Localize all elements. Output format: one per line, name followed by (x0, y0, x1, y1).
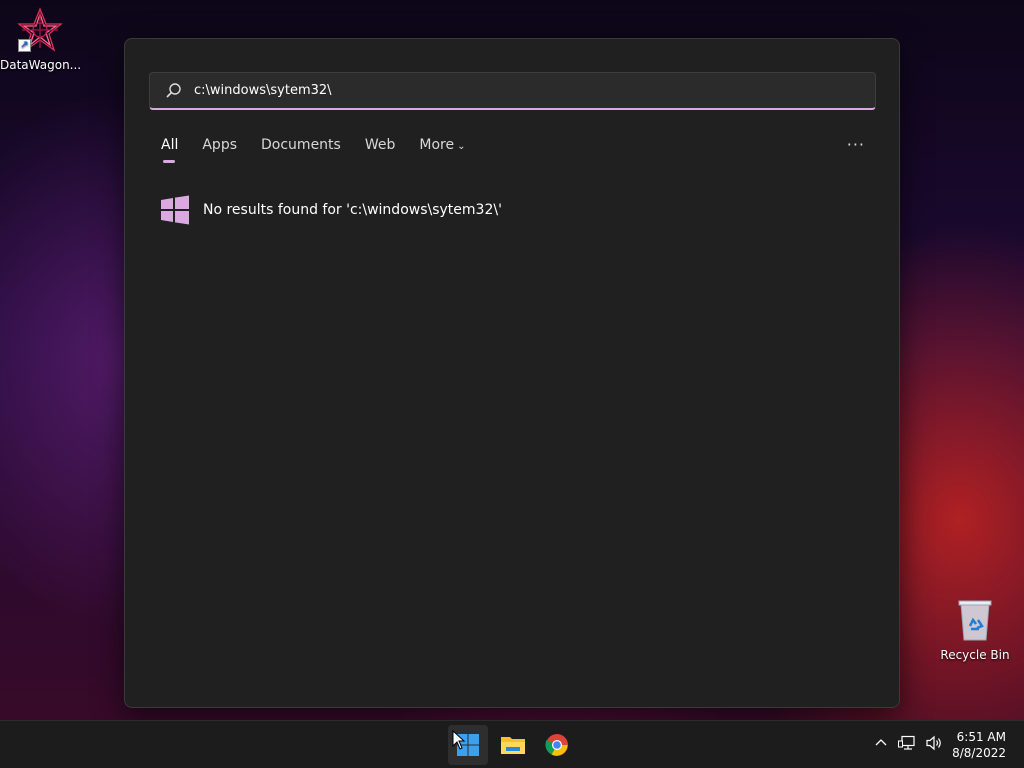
chevron-down-icon: ⌄ (457, 141, 466, 152)
tab-web[interactable]: Web (365, 137, 396, 163)
shortcut-arrow-icon: ↗ (18, 39, 31, 52)
taskbar: 6:51 AM 8/8/2022 (0, 720, 1024, 768)
search-panel: All Apps Documents Web More⌄ ··· No resu… (124, 38, 900, 708)
clock-time: 6:51 AM (956, 730, 1006, 744)
volume-icon (926, 735, 941, 751)
chrome-icon (545, 734, 568, 756)
recycle-bin-label: Recycle Bin (940, 648, 1010, 662)
tab-documents[interactable]: Documents (261, 137, 341, 163)
tab-label: Documents (261, 137, 341, 153)
tab-label: More (419, 137, 455, 153)
windows-logo-icon (161, 195, 189, 225)
tab-label: All (161, 137, 179, 153)
clock-date: 8/8/2022 (952, 746, 1006, 760)
mouse-cursor-icon (452, 730, 466, 750)
no-results-text: No results found for 'c:\windows\sytem32… (203, 202, 502, 218)
file-explorer-icon (501, 737, 525, 754)
tab-apps[interactable]: Apps (202, 137, 237, 163)
volume-button[interactable] (926, 735, 944, 755)
network-icon (898, 735, 915, 750)
file-explorer-button[interactable] (493, 725, 533, 765)
datawagon-icon: ↗ (16, 6, 64, 54)
chevron-up-icon (875, 739, 887, 746)
show-hidden-icons-button[interactable] (874, 736, 888, 754)
search-input[interactable] (194, 83, 844, 98)
no-results-row: No results found for 'c:\windows\sytem32… (159, 194, 502, 226)
tab-label: Apps (202, 137, 238, 153)
more-options-button[interactable]: ··· (847, 135, 865, 154)
recycle-bin-icon (951, 596, 999, 644)
search-icon (166, 82, 181, 98)
tab-more[interactable]: More ⌄ (419, 137, 465, 163)
datawagon-shortcut[interactable]: ↗ DataWagon... (0, 6, 82, 72)
search-tabs: All Apps Documents Web More ⌄ (161, 137, 489, 163)
recycle-bin[interactable]: Recycle Bin (935, 596, 1015, 662)
tab-all[interactable]: All (161, 137, 178, 163)
network-button[interactable] (898, 735, 916, 755)
tab-label: Web (364, 137, 396, 153)
search-box[interactable] (149, 72, 876, 110)
clock[interactable]: 6:51 AM 8/8/2022 (952, 729, 1006, 761)
chrome-button[interactable] (537, 725, 577, 765)
system-tray (874, 721, 944, 768)
shortcut-label: DataWagon... (0, 58, 82, 72)
